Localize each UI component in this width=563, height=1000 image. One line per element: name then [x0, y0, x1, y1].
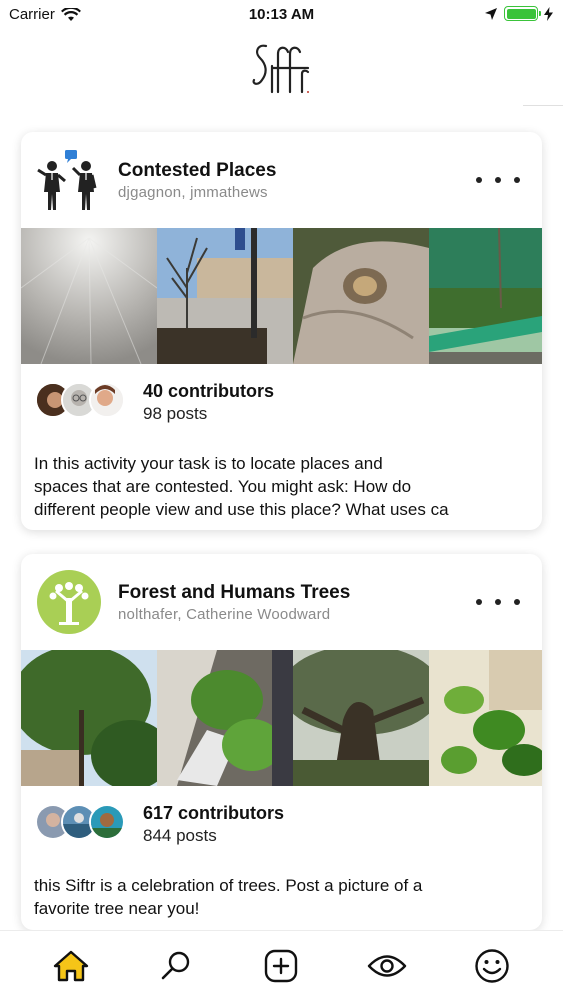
description-line: this Siftr is a celebration of trees. Po…: [34, 876, 423, 895]
avatar: [89, 804, 125, 840]
photo-thumbnail[interactable]: [429, 650, 542, 786]
card-authors: nolthafer, Catherine Woodward: [118, 606, 331, 623]
oak-moss-photo: [293, 650, 429, 786]
tab-home[interactable]: [49, 944, 93, 988]
sunburst-photo: [21, 228, 157, 364]
photo-strip[interactable]: [21, 228, 542, 364]
tab-search[interactable]: [154, 944, 198, 988]
photo-thumbnail[interactable]: [157, 228, 293, 364]
green-railing-photo: [429, 228, 542, 364]
battery-icon: [504, 6, 541, 21]
tree-bark-photo: [293, 228, 429, 364]
dot: [476, 599, 482, 605]
tab-add-post[interactable]: [259, 944, 303, 988]
eye-icon: [367, 954, 407, 977]
card-authors: djgagnon, jmmathews: [118, 184, 268, 201]
photo-thumbnail[interactable]: [293, 650, 429, 786]
posts-count: 844 posts: [143, 826, 217, 845]
tree-icon: [37, 570, 101, 634]
card-description: this Siftr is a celebration of trees. Po…: [34, 874, 534, 920]
description-line: spaces that are contested. You might ask…: [34, 477, 412, 496]
contributor-avatars: [35, 382, 135, 422]
contributors-row: 40 contributors 98 posts: [21, 378, 542, 428]
contributors-row: 617 contributors 844 posts: [21, 800, 542, 850]
add-icon: [265, 949, 298, 982]
plaza-photo: [157, 228, 293, 364]
search-icon: [161, 951, 190, 979]
contributor-avatars: [35, 804, 135, 844]
photo-thumbnail[interactable]: [429, 228, 542, 364]
tab-bar: [0, 930, 563, 1000]
siftr-logo: [252, 44, 310, 94]
contributors-count: 617 contributors: [143, 803, 285, 823]
people-talking-icon: [37, 150, 97, 210]
charging-bolt-icon: [544, 6, 553, 21]
posts-count: 98 posts: [143, 404, 208, 423]
photo-thumbnail[interactable]: [21, 228, 157, 364]
header-divider: [523, 105, 563, 106]
card-description: In this activity your task is to locate …: [34, 452, 534, 521]
photo-thumbnail[interactable]: [157, 650, 293, 786]
photo-thumbnail[interactable]: [21, 650, 157, 786]
clock: 10:13 AM: [248, 6, 315, 23]
contributors-count: 40 contributors: [143, 381, 275, 401]
description-line: different people view and use this place…: [34, 500, 449, 519]
photo-thumbnail[interactable]: [293, 228, 429, 364]
tree-sky-photo: [21, 650, 157, 786]
siftr-card-forest-and-humans-trees[interactable]: Forest and Humans Trees nolthafer, Cathe…: [21, 554, 542, 930]
status-bar: Carrier 10:13 AM: [0, 0, 563, 30]
photo-strip[interactable]: [21, 650, 542, 786]
dot: [514, 177, 520, 183]
plant-pot-photo: [157, 650, 293, 786]
more-options-button[interactable]: [476, 592, 520, 612]
tab-profile[interactable]: [470, 944, 514, 988]
avatar: [89, 382, 125, 418]
dot: [514, 599, 520, 605]
more-options-button[interactable]: [476, 170, 520, 190]
smiley-icon: [475, 948, 509, 983]
description-line: In this activity your task is to locate …: [34, 454, 383, 473]
card-header[interactable]: Forest and Humans Trees nolthafer, Cathe…: [21, 554, 542, 650]
dot: [476, 177, 482, 183]
card-title: Forest and Humans Trees: [118, 582, 351, 603]
dot: [495, 599, 501, 605]
home-icon: [53, 950, 88, 981]
card-title: Contested Places: [118, 160, 277, 181]
tab-following[interactable]: [365, 944, 409, 988]
siftr-card-contested-places[interactable]: Contested Places djgagnon, jmmathews 40 …: [21, 132, 542, 530]
leaves-photo: [429, 650, 542, 786]
description-line: favorite tree near you!: [34, 899, 200, 918]
dot: [495, 177, 501, 183]
card-header[interactable]: Contested Places djgagnon, jmmathews: [21, 132, 542, 228]
location-arrow-icon: [485, 7, 497, 20]
